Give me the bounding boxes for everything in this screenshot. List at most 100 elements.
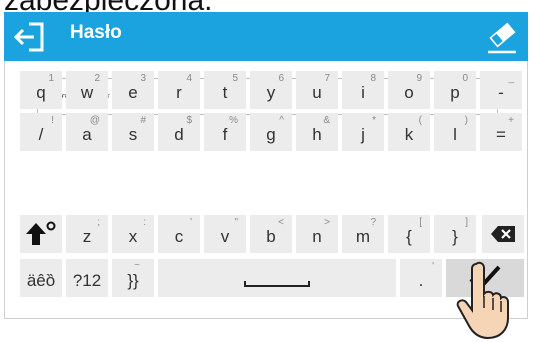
key-row2-5[interactable]: g ^ [250, 113, 292, 151]
key-row1-1[interactable]: w2 [66, 71, 108, 109]
page-title: Hasło [70, 22, 122, 43]
key-label: r [176, 83, 182, 102]
key-secondary-label: ] [465, 217, 468, 228]
space-key[interactable] [158, 259, 396, 297]
eraser-icon [488, 22, 516, 54]
key-label: } [452, 227, 458, 246]
key-row2-10[interactable]: = + [480, 113, 522, 151]
key-row3-6[interactable]: m? [342, 215, 384, 253]
key-row1-4[interactable]: t5 [204, 71, 246, 109]
key-row1-9[interactable]: p0 [434, 71, 476, 109]
title-bar: Hasło [4, 12, 528, 61]
key-label: v [220, 227, 230, 246]
key-secondary-label: * [372, 115, 376, 126]
key-row1-6[interactable]: u7 [296, 71, 338, 109]
key-label: t [222, 83, 228, 102]
key-row1-8[interactable]: o9 [388, 71, 430, 109]
shift-arrow-icon [26, 221, 56, 245]
key-label: w [80, 83, 94, 102]
key-label: { [406, 227, 412, 246]
key-secondary-label: 3 [140, 73, 146, 84]
key-row3-5[interactable]: n > [296, 215, 338, 253]
diacritics-key-label: äêȍ [26, 271, 56, 290]
numeric-mode-key[interactable]: ?12 [66, 259, 108, 297]
key-secondary-label: ? [370, 217, 376, 228]
key-row2-7[interactable]: j * [342, 113, 384, 151]
key-secondary-label: ' [190, 217, 192, 228]
key-row2-9[interactable]: l) [434, 113, 476, 151]
key-secondary-label: 8 [370, 73, 376, 84]
key-secondary-label: ^ [279, 115, 284, 126]
key-row2-1[interactable]: a @ [66, 113, 108, 151]
key-row3-8[interactable]: }] [434, 215, 476, 253]
backspace-icon [491, 226, 515, 242]
symbols-key[interactable]: }} ~ [112, 259, 154, 297]
key-row2-6[interactable]: h & [296, 113, 338, 151]
key-label: - [498, 83, 504, 102]
key-secondary-label: @ [89, 115, 100, 126]
key-row3-1[interactable]: x: [112, 215, 154, 253]
key-label: s [128, 125, 138, 144]
key-label: x [128, 227, 138, 246]
key-secondary-label: 5 [232, 73, 238, 84]
key-row2-8[interactable]: k( [388, 113, 430, 151]
exit-arrow-icon [13, 22, 44, 52]
key-label: y [266, 83, 276, 102]
key-row1-2[interactable]: e3 [112, 71, 154, 109]
symbols-key-label: }} [127, 271, 139, 290]
dot-key[interactable]: . ' [400, 259, 442, 297]
dot-key-label: . [418, 271, 424, 290]
key-label: i [361, 83, 365, 102]
key-row3-4[interactable]: b < [250, 215, 292, 253]
key-label: f [222, 125, 228, 144]
key-secondary-label: > [324, 217, 330, 228]
shift-key[interactable] [20, 215, 62, 253]
back-button[interactable] [12, 20, 52, 54]
key-secondary-label: ! [51, 115, 54, 126]
key-label: o [404, 83, 414, 102]
key-secondary-label: : [143, 217, 146, 228]
clear-button[interactable] [484, 18, 520, 56]
key-row1-0[interactable]: q1 [20, 71, 62, 109]
key-secondary-label: " [234, 217, 238, 228]
key-secondary-label: 1 [48, 73, 54, 84]
key-label: a [82, 125, 92, 144]
key-row2-2[interactable]: s # [112, 113, 154, 151]
key-row1-5[interactable]: y6 [250, 71, 292, 109]
key-secondary-label: [ [419, 217, 422, 228]
key-secondary-label: 6 [278, 73, 284, 84]
key-row3-7[interactable]: {[ [388, 215, 430, 253]
space-bar-icon [244, 281, 310, 287]
key-secondary-label: < [278, 217, 284, 228]
key-secondary-label: 9 [416, 73, 422, 84]
key-row3-2[interactable]: c ' [158, 215, 200, 253]
dot-key-secondary: ' [432, 261, 434, 272]
key-secondary-label: 2 [94, 73, 100, 84]
key-label: j [361, 125, 365, 144]
key-secondary-label: ( [418, 115, 422, 126]
diacritics-key[interactable]: äêȍ [20, 259, 62, 297]
key-secondary-label: _ [508, 73, 514, 84]
backspace-key[interactable] [482, 215, 524, 253]
key-row3-0[interactable]: z; [66, 215, 108, 253]
key-label: b [266, 227, 276, 246]
key-secondary-label: & [323, 115, 330, 126]
key-secondary-label: 0 [462, 73, 468, 84]
key-row1-7[interactable]: i8 [342, 71, 384, 109]
key-row2-0[interactable]: /! [20, 113, 62, 151]
key-row2-3[interactable]: d $ [158, 113, 200, 151]
key-label: / [38, 125, 44, 144]
key-label: c [174, 227, 184, 246]
key-row3-3[interactable]: v " [204, 215, 246, 253]
key-label: z [82, 227, 92, 246]
key-label: g [266, 125, 276, 144]
key-secondary-label: ; [97, 217, 100, 228]
key-label: p [450, 83, 460, 102]
key-row2-4[interactable]: f% [204, 113, 246, 151]
key-label: u [312, 83, 322, 102]
pointing-hand-icon [456, 261, 509, 340]
key-label: d [174, 125, 184, 144]
key-secondary-label: % [229, 115, 238, 126]
key-row1-3[interactable]: r4 [158, 71, 200, 109]
key-row1-10[interactable]: - _ [480, 71, 522, 109]
